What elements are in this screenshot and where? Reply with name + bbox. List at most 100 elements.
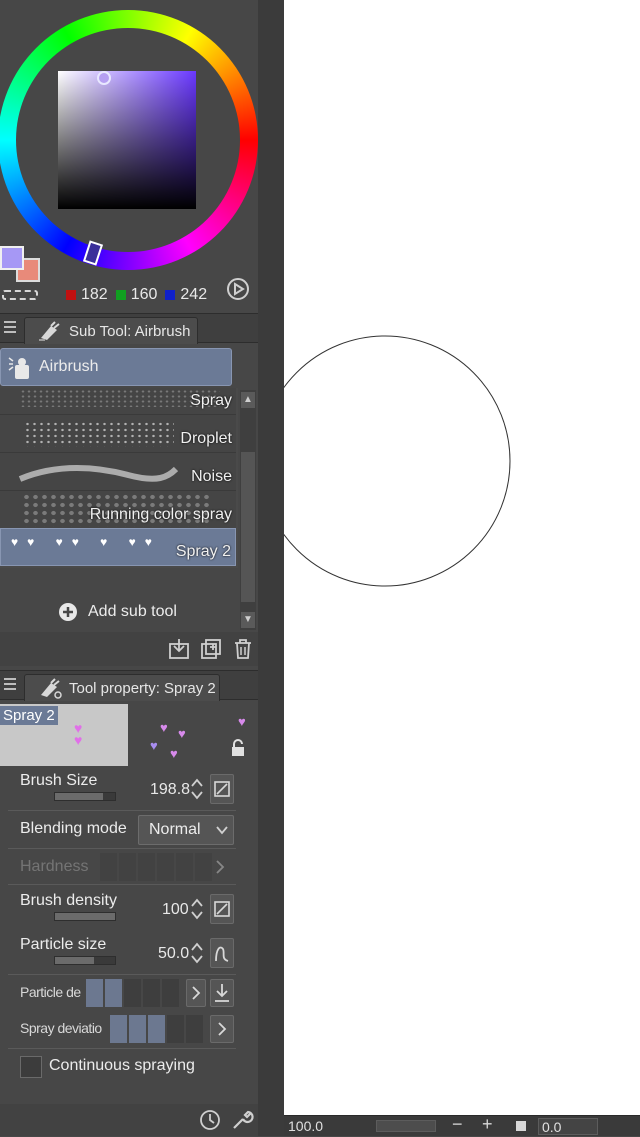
brush-density-spinner-icon[interactable]: [190, 896, 204, 922]
zoom-out-icon[interactable]: −: [452, 1114, 463, 1135]
sub-tool-scrollbar[interactable]: ▲ ▼: [240, 390, 256, 630]
saturation-value-square[interactable]: [58, 71, 196, 209]
spray-deviation-label: Spray deviatio: [20, 1020, 102, 1036]
particle-density-row: Particle de: [0, 976, 258, 1010]
blue-swatch-icon: [165, 290, 176, 300]
plus-circle-icon: [58, 602, 78, 622]
pen-pressure-curve-icon: [215, 946, 229, 962]
sub-tool-group-tab[interactable]: Airbrush: [0, 348, 232, 386]
brush-density-value[interactable]: 100: [162, 901, 189, 919]
blue-value: 242: [180, 286, 208, 303]
sub-tool-title: Sub Tool: Airbrush: [69, 323, 191, 340]
pen-pressure-icon: [214, 901, 230, 917]
scroll-up-icon[interactable]: ▲: [241, 392, 255, 408]
lock-icon[interactable]: [228, 738, 248, 758]
particle-size-value[interactable]: 50.0: [158, 945, 189, 963]
sub-tool-label: Droplet: [180, 430, 232, 447]
hardness-row: Hardness: [0, 850, 258, 884]
pressure-toggle-button[interactable]: [210, 938, 234, 968]
brush-size-value[interactable]: 198.8: [150, 781, 190, 799]
pressure-toggle-button[interactable]: [210, 774, 234, 804]
expand-button[interactable]: [210, 1015, 234, 1043]
brush-size-label: Brush Size: [20, 772, 98, 789]
blending-mode-row: Blending mode Normal: [0, 812, 258, 848]
brush-density-slider[interactable]: [54, 912, 116, 921]
particle-size-row: Particle size 50.0: [0, 930, 258, 974]
divider: [8, 884, 236, 885]
scroll-down-icon[interactable]: ▼: [241, 612, 255, 628]
preview-name-label: Spray 2: [0, 706, 58, 725]
add-sub-tool-button[interactable]: Add sub tool: [58, 600, 177, 624]
rgb-readout: 182 160 242: [66, 285, 207, 305]
brush-preview: Spray 2 ♥ ♥ ♥ ♥ ♥ ♥ ♥: [0, 704, 258, 766]
red-value: 182: [81, 286, 108, 303]
hardness-segments[interactable]: [100, 853, 212, 881]
green-swatch-icon: [115, 290, 126, 300]
continuous-spraying-checkbox[interactable]: [20, 1056, 42, 1078]
download-icon: [215, 984, 229, 1002]
divider: [8, 1048, 236, 1049]
sub-tool-list: Spray Droplet Noise Running color spray …: [0, 388, 238, 568]
blending-mode-select[interactable]: Normal: [138, 815, 234, 845]
panel-splitter[interactable]: [258, 0, 284, 1136]
import-icon[interactable]: [168, 638, 190, 660]
transparent-color-swatch[interactable]: [2, 290, 38, 300]
chevron-right-icon: [218, 1022, 227, 1036]
tool-property-title: Tool property: Spray 2: [69, 680, 216, 697]
wrench-icon[interactable]: [230, 1108, 254, 1132]
sub-tool-label: Spray: [190, 392, 232, 409]
reset-clock-icon[interactable]: [198, 1108, 222, 1132]
brush-density-label: Brush density: [20, 892, 117, 909]
heart-pattern-icon: ♥♥ ♥♥ ♥ ♥♥: [11, 535, 161, 549]
divider: [8, 810, 236, 811]
zoom-value[interactable]: 100.0: [288, 1118, 323, 1134]
status-bar: 100.0 − + 0.0: [284, 1114, 640, 1136]
sub-tool-item-droplet[interactable]: Droplet: [0, 414, 236, 452]
add-sub-tool-label: Add sub tool: [88, 603, 177, 620]
tab-tool-property[interactable]: Tool property: Spray 2: [24, 674, 220, 701]
main-color-swatch[interactable]: [0, 246, 24, 270]
brush-preview-selected: Spray 2 ♥ ♥: [0, 704, 128, 766]
angle-value: 0.0: [542, 1119, 562, 1135]
sub-tool-label: Running color spray: [89, 506, 232, 523]
green-value: 160: [130, 286, 158, 303]
particle-density-segments[interactable]: [86, 979, 179, 1007]
continuous-spraying-row[interactable]: Continuous spraying: [0, 1050, 258, 1084]
panel-menu-icon[interactable]: [4, 321, 16, 335]
sub-tool-footer: [0, 632, 258, 666]
tab-sub-tool[interactable]: Sub Tool: Airbrush: [24, 317, 198, 344]
scroll-thumb[interactable]: [241, 452, 255, 602]
fit-view-icon[interactable]: [516, 1121, 526, 1131]
drawing-canvas[interactable]: [284, 0, 640, 1115]
duplicate-icon[interactable]: [200, 638, 222, 660]
sub-tool-item-noise[interactable]: Noise: [0, 452, 236, 490]
tool-property-footer: [0, 1104, 258, 1136]
chevron-right-icon[interactable]: [214, 858, 226, 876]
airbrush-tool-icon: [37, 320, 63, 342]
color-picker-cursor[interactable]: [97, 71, 111, 85]
sub-tool-item-spray[interactable]: Spray: [0, 388, 236, 414]
brush-size-row: Brush Size 198.8: [0, 768, 258, 810]
sub-tool-item-spray-2[interactable]: ♥♥ ♥♥ ♥ ♥♥ Spray 2: [0, 528, 236, 566]
expand-button[interactable]: [186, 979, 206, 1007]
divider: [8, 974, 236, 975]
particle-density-label: Particle de: [20, 984, 81, 1000]
zoom-in-icon[interactable]: +: [482, 1114, 493, 1135]
brush-size-spinner-icon[interactable]: [190, 776, 204, 802]
play-circle-icon[interactable]: [226, 277, 250, 301]
download-button[interactable]: [210, 979, 234, 1007]
particle-size-spinner-icon[interactable]: [190, 940, 204, 966]
pressure-toggle-button[interactable]: [210, 894, 234, 924]
spray-deviation-segments[interactable]: [110, 1015, 203, 1043]
angle-field[interactable]: 0.0: [538, 1118, 598, 1135]
chevron-down-icon: [216, 826, 228, 835]
brush-size-slider[interactable]: [54, 792, 116, 801]
sub-tool-label: Noise: [191, 468, 232, 485]
trash-icon[interactable]: [232, 638, 254, 660]
spray-deviation-row: Spray deviatio: [0, 1012, 258, 1046]
zoom-slider[interactable]: [376, 1120, 436, 1132]
sub-tool-item-running-color-spray[interactable]: Running color spray: [0, 490, 236, 528]
panel-menu-icon[interactable]: [4, 678, 16, 692]
red-swatch-icon: [66, 290, 76, 300]
particle-size-slider[interactable]: [54, 956, 116, 965]
